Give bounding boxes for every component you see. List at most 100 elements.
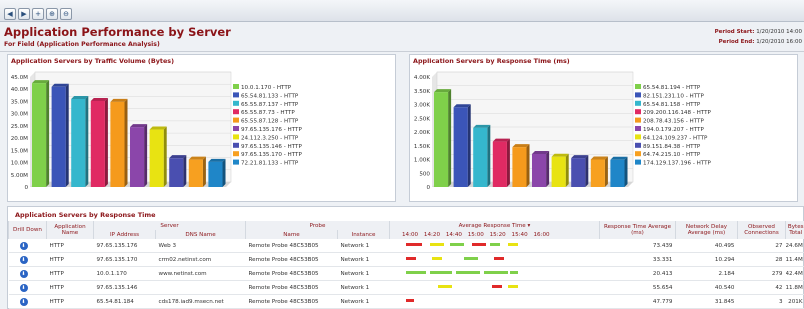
toolbar: ◀ ▶ + ⊕ ⊖: [0, 0, 804, 22]
table-row[interactable]: ⬇ HTTP 65.54.81.184 cds178.iad9.msecn.net Re…: [8, 294, 804, 309]
col-application-name[interactable]: Application Name: [46, 221, 94, 239]
bar-3[interactable]: [473, 124, 491, 187]
back-button[interactable]: ◀: [4, 8, 16, 20]
cell-instance: Network 1: [337, 294, 390, 309]
cell-delay: 31.845: [675, 294, 738, 309]
legend-swatch: [233, 142, 239, 148]
cell-delay: 40.540: [675, 280, 738, 295]
cell-ip: 97.65.135.170: [93, 252, 156, 267]
legend-swatch: [233, 159, 239, 165]
drill-down-icon[interactable]: ⬇: [19, 283, 28, 292]
y-tick-label: 40.0M: [11, 87, 28, 93]
response-time-chart: 0 500 1.00K 1.50K 2.00K 2.50K 3.00K 3.50K 4.00K 6…: [414, 71, 712, 191]
cell-resp: 73.439: [599, 239, 676, 253]
bar-6[interactable]: [130, 124, 148, 187]
legend-label: 65.54.81.133 - HTTP: [241, 93, 299, 99]
bar-9[interactable]: [590, 156, 608, 188]
table-title: Application Servers by Response Time: [15, 211, 156, 219]
bar-1[interactable]: [434, 89, 452, 187]
bar-1[interactable]: [32, 80, 50, 187]
col-dns-name[interactable]: DNS Name: [155, 230, 246, 239]
bar-8[interactable]: [169, 155, 187, 187]
col-bytes-total[interactable]: Bytes Total: [785, 221, 804, 239]
cell-drill[interactable]: ⬇: [8, 239, 47, 253]
cell-instance: Network 1: [337, 252, 390, 267]
col-network-delay[interactable]: Network Delay Average (ms): [675, 221, 738, 239]
forward-button[interactable]: ▶: [18, 8, 30, 20]
response-sparkline: [405, 257, 504, 260]
bar-5[interactable]: [110, 98, 128, 187]
cell-resp: 20.413: [599, 266, 676, 281]
cell-dns: Web 3: [155, 239, 246, 253]
group-server: Server: [93, 221, 246, 230]
legend-swatch: [233, 92, 239, 98]
cell-dns: cds178.iad9.msecn.net: [155, 294, 246, 309]
y-tick-label: 0: [426, 185, 430, 191]
y-tick-label: 2.00K: [414, 130, 430, 136]
legend-label: 194.0.179.207 - HTTP: [643, 127, 704, 133]
bar-7[interactable]: [149, 126, 167, 187]
cell-drill[interactable]: ⬇: [8, 252, 47, 267]
zoom-out-button[interactable]: ⊖: [60, 8, 72, 20]
bar-8[interactable]: [571, 155, 589, 187]
col-response-time[interactable]: Response Time Average (ms): [599, 221, 676, 239]
y-tick-label: 30.0M: [11, 112, 28, 118]
cell-drill[interactable]: ⬇: [8, 266, 47, 281]
cell-bytes: 11.8M: [785, 280, 804, 295]
col-probe-name[interactable]: Name: [245, 230, 338, 239]
bar-9[interactable]: [188, 156, 206, 187]
col-instance[interactable]: Instance: [337, 230, 390, 239]
bar-4[interactable]: [492, 138, 510, 187]
col-drill-down[interactable]: Drill Down: [8, 221, 47, 239]
bar-6[interactable]: [532, 151, 550, 187]
cell-drill[interactable]: ⬇: [8, 294, 47, 309]
cell-ip: 97.65.135.146: [93, 280, 156, 295]
bar-2[interactable]: [453, 104, 471, 187]
legend-label: 65.54.81.194 - HTTP: [643, 85, 701, 91]
cell-conn: 3: [737, 294, 786, 309]
page-subtitle: For Field (Application Performance Analy…: [4, 41, 160, 48]
bar-3[interactable]: [71, 96, 89, 187]
bar-10[interactable]: [208, 158, 226, 187]
cell-app: HTTP: [46, 239, 94, 253]
table-row[interactable]: ⬇ HTTP 97.65.135.170 crm02.netinst.com Remot…: [8, 252, 804, 267]
servers-table: Drill Down Application Name Server Probe…: [8, 221, 804, 309]
bar-5[interactable]: [512, 144, 530, 187]
y-tick-label: 1.00K: [414, 158, 430, 164]
legend-label: 209.200.116.148 - HTTP: [643, 110, 712, 116]
legend-swatch: [233, 117, 239, 123]
bar-2[interactable]: [51, 83, 69, 187]
cell-timeline: [389, 280, 600, 295]
y-tick-label: 2.50K: [414, 116, 430, 122]
cell-conn: 42: [737, 280, 786, 295]
legend-swatch: [635, 151, 641, 157]
cell-app: HTTP: [46, 294, 94, 309]
drill-down-icon[interactable]: ⬇: [19, 255, 28, 264]
legend-label: 82.151.231.10 - HTTP: [643, 93, 704, 99]
col-ip-address[interactable]: IP Address: [93, 230, 156, 239]
table-row[interactable]: ⬇ HTTP 10.0.1.170 www.netinst.com Remote Pro…: [8, 266, 804, 281]
group-probe: Probe: [245, 221, 390, 230]
legend-swatch: [635, 84, 641, 89]
bar-4[interactable]: [90, 97, 108, 187]
drill-down-icon[interactable]: ⬇: [19, 269, 28, 278]
avg-response-label: Average Response Time: [458, 222, 526, 229]
table-row[interactable]: ⬇ HTTP 97.65.135.176 Web 3 Remote Probe 48C5…: [8, 239, 804, 253]
timeline-ticks: 14:00 14:20 14:40 15:00 15:20 15:40 16:0…: [389, 230, 600, 239]
group-avg-response[interactable]: Average Response Time ▾: [389, 221, 600, 230]
cell-timeline: [389, 252, 600, 267]
col-connections[interactable]: Observed Connections: [737, 221, 786, 239]
legend-swatch: [635, 117, 641, 123]
bar-7[interactable]: [551, 153, 569, 187]
drill-down-icon[interactable]: ⬇: [19, 297, 28, 306]
cell-instance: Network 1: [337, 280, 390, 295]
bar-10[interactable]: [610, 156, 628, 187]
table-row[interactable]: ⬇ HTTP 97.65.135.146 Remote Probe 48C53B05 N…: [8, 280, 804, 295]
cell-drill[interactable]: ⬇: [8, 280, 47, 295]
y-tick-label: 45.0M: [11, 75, 28, 81]
add-button[interactable]: +: [32, 8, 44, 20]
cell-timeline: [389, 294, 600, 309]
legend-swatch: [635, 92, 641, 98]
zoom-in-button[interactable]: ⊕: [46, 8, 58, 20]
drill-down-icon[interactable]: ⬇: [19, 241, 28, 250]
